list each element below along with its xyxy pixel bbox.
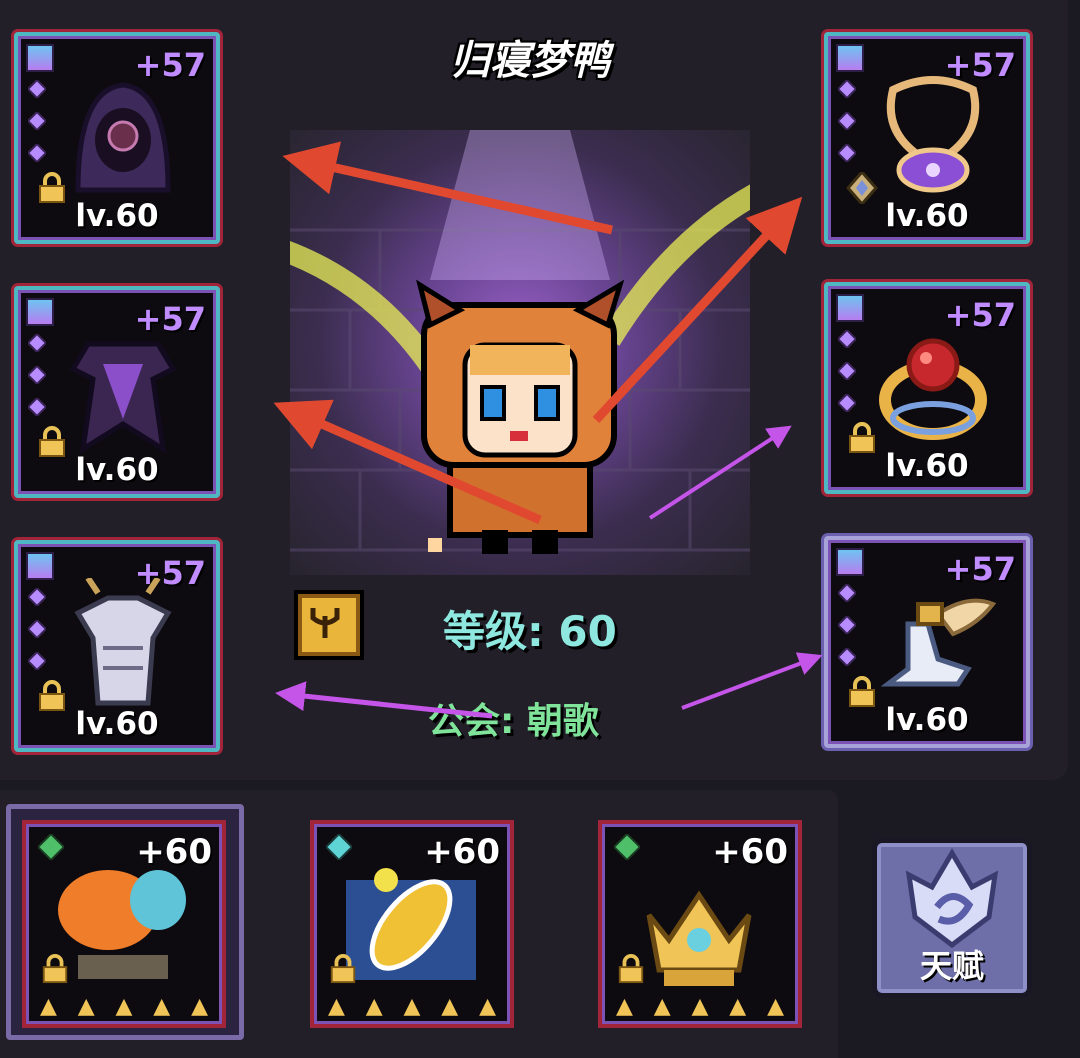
diamond-icon	[28, 620, 46, 638]
star-icon: ▲	[691, 994, 709, 1019]
lock-icon	[330, 954, 356, 984]
diamond-icon	[838, 112, 856, 130]
diamond-icon	[838, 330, 856, 348]
dark-armor-icon	[69, 341, 177, 454]
diamond-icon	[838, 362, 856, 380]
green-gem-icon	[614, 834, 640, 860]
item-level: lv.60	[885, 198, 969, 234]
item-level: lv.60	[75, 452, 159, 488]
hood-helmet-icon	[75, 82, 171, 193]
diamond-icon	[28, 398, 46, 416]
character-portrait	[290, 130, 750, 575]
diamond-icon	[838, 616, 856, 634]
diamond-icon	[838, 394, 856, 412]
guild-name[interactable]: 公会: 朝歌	[428, 692, 599, 744]
artifact-slot-2[interactable]: +60 ▲ ▲ ▲ ▲ ▲	[310, 820, 514, 1028]
star-icon: ▲	[365, 994, 383, 1019]
star-icon: ▲	[767, 994, 784, 1019]
guild-emblem-icon[interactable]	[294, 590, 364, 660]
quality-gem-icon	[26, 298, 54, 326]
diamond-icon	[838, 648, 856, 666]
diamond-icon	[28, 588, 46, 606]
star-icon: ▲	[328, 994, 345, 1019]
cyan-gem-icon	[326, 834, 352, 860]
amulet-icon	[886, 76, 980, 193]
artifact-slot-3[interactable]: +60 ▲ ▲ ▲ ▲ ▲	[598, 820, 802, 1028]
star-icon: ▲	[441, 994, 459, 1019]
star-icon: ▲	[403, 994, 421, 1019]
quality-gem-icon	[26, 552, 54, 580]
star-icon: ▲	[653, 994, 671, 1019]
diamond-icon	[28, 334, 46, 352]
equip-slot-helmet[interactable]: +57 lv.60	[14, 32, 220, 244]
quality-gem-icon	[836, 548, 864, 576]
star-icon: ▲	[115, 994, 133, 1019]
diamond-icon	[28, 652, 46, 670]
star-icon: ▲	[40, 994, 57, 1019]
star-rating: ▲ ▲ ▲ ▲ ▲	[616, 996, 784, 1018]
item-level: lv.60	[75, 198, 159, 234]
star-icon: ▲	[77, 994, 95, 1019]
star-rating: ▲ ▲ ▲ ▲ ▲	[40, 996, 208, 1018]
crown-icon	[646, 890, 752, 986]
equip-slot-armor[interactable]: +57 lv.60	[14, 286, 220, 498]
ruby-ring-icon	[879, 338, 987, 440]
quality-gem-icon	[836, 294, 864, 322]
talent-label: 天赋	[919, 947, 984, 985]
quality-gem-icon	[26, 44, 54, 72]
diamond-icon	[838, 80, 856, 98]
equip-slot-boots[interactable]: +57 lv.60	[824, 536, 1030, 748]
star-icon: ▲	[153, 994, 171, 1019]
star-icon: ▲	[479, 994, 496, 1019]
diamond-icon	[28, 112, 46, 130]
item-level: lv.60	[885, 448, 969, 484]
equip-slot-ring[interactable]: +57 lv.60	[824, 282, 1030, 494]
equip-slot-legs[interactable]: +57 lv.60	[14, 540, 220, 752]
star-rating: ▲ ▲ ▲ ▲ ▲	[328, 996, 496, 1018]
star-icon: ▲	[729, 994, 747, 1019]
green-gem-icon	[38, 834, 64, 860]
silver-armor-icon	[74, 578, 172, 706]
item-level: lv.60	[885, 702, 969, 738]
item-level: lv.60	[75, 706, 159, 742]
winged-boots-icon	[880, 598, 997, 687]
diamond-icon	[838, 584, 856, 602]
diamond-icon	[28, 144, 46, 162]
golden-disc-icon	[346, 868, 476, 980]
character-name: 归寝梦鸭	[450, 38, 610, 84]
diamond-icon	[28, 366, 46, 384]
quality-gem-icon	[836, 44, 864, 72]
diamond-icon	[838, 144, 856, 162]
fire-bird-icon	[58, 870, 186, 979]
talent-button[interactable]: 天赋	[872, 838, 1032, 998]
lock-icon	[42, 954, 68, 984]
lock-icon	[618, 954, 644, 984]
star-icon: ▲	[191, 994, 208, 1019]
artifact-slot-1[interactable]: +60 ▲ ▲ ▲ ▲ ▲	[22, 820, 226, 1028]
character-level: 等级: 60	[443, 607, 617, 656]
star-icon: ▲	[616, 994, 633, 1019]
equip-slot-necklace[interactable]: +57 lv.60	[824, 32, 1030, 244]
diamond-icon	[28, 80, 46, 98]
